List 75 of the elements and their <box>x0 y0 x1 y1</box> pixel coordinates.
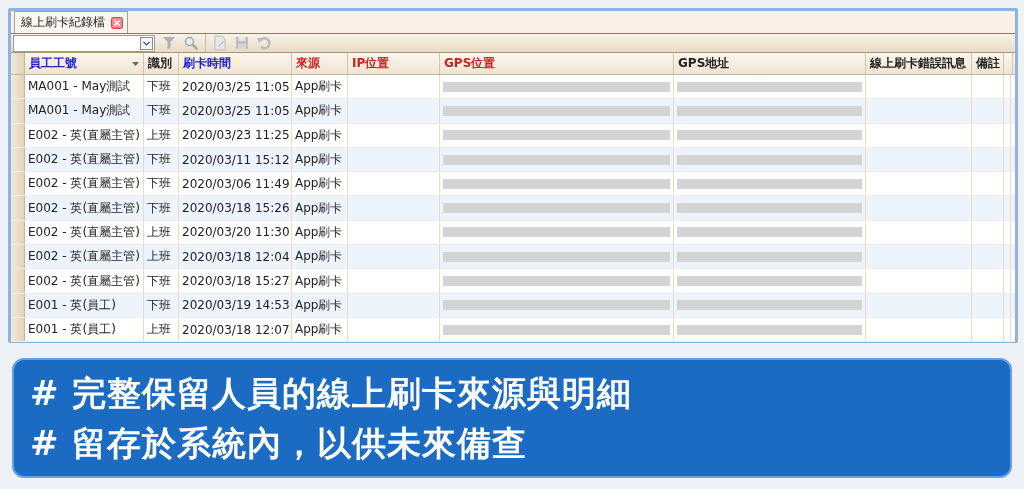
column-header[interactable]: 線上刷卡錯誤訊息 <box>870 55 966 72</box>
table-cell: App刷卡 <box>292 269 348 293</box>
column-header[interactable]: 員工工號 <box>29 55 77 72</box>
column-header[interactable]: 刷卡時間 <box>183 55 231 72</box>
row-header[interactable] <box>11 293 25 317</box>
table-cell: MA001 - May測試 <box>25 99 144 123</box>
table-cell: 下班 <box>144 196 179 220</box>
table-cell: 2020/03/25 11:05 <box>179 99 292 123</box>
table-cell: E002 - 英(直屬主管) <box>25 123 144 147</box>
column-header[interactable]: 來源 <box>296 55 320 72</box>
table-cell: 2020/03/18 12:04 <box>179 245 292 269</box>
table-cell: E001 - 英(員工) <box>25 293 144 317</box>
row-header[interactable] <box>11 220 25 245</box>
column-header[interactable]: GPS位置 <box>444 55 496 72</box>
table-cell: App刷卡 <box>292 75 348 99</box>
row-header[interactable] <box>11 147 25 172</box>
table-cell: 上班 <box>144 220 179 245</box>
table-cell: 2020/03/20 11:30 <box>179 220 292 245</box>
table-cell: 下班 <box>144 293 179 317</box>
table-cell: App刷卡 <box>292 147 348 172</box>
close-icon[interactable] <box>111 16 123 29</box>
table-cell: E002 - 英(直屬主管) <box>25 220 144 245</box>
table-cell: App刷卡 <box>292 172 348 196</box>
caption-text: # 留存於系統內，以供未來備查 <box>30 422 529 465</box>
tab[interactable]: 線上刷卡紀錄檔 <box>14 11 128 33</box>
table-cell: 2020/03/25 11:05 <box>179 75 292 99</box>
table-cell: E001 - 英(員工) <box>25 317 144 342</box>
table-cell: 上班 <box>144 317 179 342</box>
row-header[interactable] <box>11 123 25 147</box>
sort-arrow-icon[interactable] <box>132 61 139 66</box>
row-header[interactable] <box>11 75 25 99</box>
row-header[interactable] <box>11 269 25 293</box>
undo-icon[interactable] <box>256 35 272 51</box>
search-icon[interactable] <box>183 35 199 51</box>
row-header[interactable] <box>11 172 25 196</box>
table-cell: 2020/03/06 11:49 <box>179 172 292 196</box>
column-header[interactable]: 識別 <box>148 55 172 72</box>
column-header[interactable]: 備註 <box>976 55 1000 72</box>
row-header[interactable] <box>11 53 25 74</box>
dropdown-field[interactable] <box>13 34 155 52</box>
table-cell: MA001 - May測試 <box>25 75 144 99</box>
table-cell: App刷卡 <box>292 99 348 123</box>
table-cell: 2020/03/11 15:12 <box>179 147 292 172</box>
table-cell: App刷卡 <box>292 123 348 147</box>
table-cell: 2020/03/23 11:25 <box>179 123 292 147</box>
table-cell: 下班 <box>144 147 179 172</box>
table-cell: App刷卡 <box>292 220 348 245</box>
table-cell: 2020/03/18 15:27 <box>179 269 292 293</box>
table-cell: 2020/03/18 12:07 <box>179 317 292 342</box>
table-cell: 上班 <box>144 123 179 147</box>
column-header[interactable]: GPS地址 <box>678 55 730 72</box>
table-cell: E002 - 英(直屬主管) <box>25 269 144 293</box>
table-cell: E002 - 英(直屬主管) <box>25 172 144 196</box>
table-cell: 2020/03/19 14:53 <box>179 293 292 317</box>
row-header[interactable] <box>11 196 25 220</box>
table-cell: 2020/03/18 15:26 <box>179 196 292 220</box>
table-cell: App刷卡 <box>292 317 348 342</box>
table-cell: App刷卡 <box>292 196 348 220</box>
table-cell: 下班 <box>144 75 179 99</box>
table-cell: 下班 <box>144 99 179 123</box>
table-cell: E002 - 英(直屬主管) <box>25 147 144 172</box>
caption-text: # 完整保留人員的線上刷卡來源與明細 <box>30 372 634 415</box>
column-header[interactable]: IP位置 <box>352 55 390 72</box>
edit-document-icon[interactable] <box>212 35 228 51</box>
row-header[interactable] <box>11 99 25 123</box>
table-cell: 下班 <box>144 269 179 293</box>
save-icon[interactable] <box>234 35 250 51</box>
table-cell: E002 - 英(直屬主管) <box>25 245 144 269</box>
table-cell: E002 - 英(直屬主管) <box>25 196 144 220</box>
table-cell: 上班 <box>144 245 179 269</box>
table-cell: 下班 <box>144 172 179 196</box>
table-cell: App刷卡 <box>292 245 348 269</box>
row-header[interactable] <box>11 245 25 269</box>
row-header[interactable] <box>11 317 25 342</box>
table-cell: App刷卡 <box>292 293 348 317</box>
